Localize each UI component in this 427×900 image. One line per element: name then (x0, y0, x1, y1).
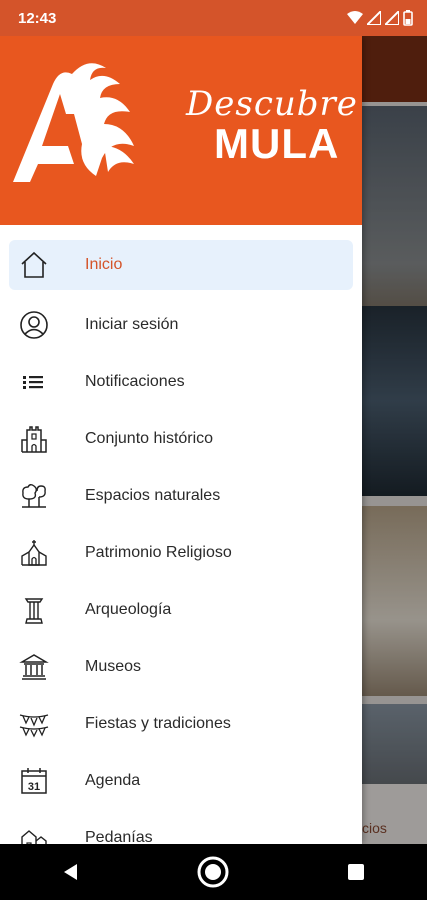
menu-item-label: Notificaciones (85, 372, 185, 390)
museum-icon (18, 651, 50, 683)
signal-icon-2 (385, 11, 399, 25)
logo-mark-icon (13, 63, 134, 182)
menu-item-label: Arqueología (85, 600, 172, 618)
menu-item-label: Museos (85, 657, 142, 675)
menu-item-label: Iniciar sesión (85, 315, 179, 333)
menu-item-notificaciones[interactable]: Notificaciones (9, 353, 353, 410)
brand-name: MULA (214, 120, 340, 167)
village-icon (18, 822, 50, 844)
column-icon (18, 594, 50, 626)
menu-item-label: Conjunto histórico (85, 429, 214, 447)
menu-item-museos[interactable]: Museos (9, 638, 353, 695)
church-icon (18, 537, 50, 569)
back-button[interactable] (51, 852, 91, 892)
brand-script: Descubre (186, 84, 358, 124)
menu-item-inicio[interactable]: Inicio (9, 240, 353, 290)
status-time: 12:43 (18, 9, 57, 27)
status-bar: 12:43 (0, 0, 427, 36)
menu-item-fiestas-y-tradiciones[interactable]: Fiestas y tradiciones (9, 695, 353, 752)
menu-item-espacios-naturales[interactable]: Espacios naturales (9, 467, 353, 524)
home-icon (18, 249, 50, 281)
menu-item-label: Fiestas y tradiciones (85, 714, 231, 732)
home-button[interactable] (193, 852, 233, 892)
back-triangle-icon (64, 864, 78, 880)
signal-icon (367, 11, 381, 25)
recents-button[interactable] (336, 852, 376, 892)
menu-item-pedanias[interactable]: Pedanías (9, 809, 353, 844)
drawer-menu: Inicio Iniciar sesión Notificaciones Con… (0, 225, 362, 844)
castle-icon (18, 423, 50, 455)
list-icon (18, 366, 50, 398)
menu-item-conjunto-historico[interactable]: Conjunto histórico (9, 410, 353, 467)
drawer-scrim[interactable] (362, 36, 427, 844)
menu-item-label: Pedanías (85, 828, 153, 845)
bunting-icon (18, 708, 50, 740)
menu-item-label: Agenda (85, 771, 141, 789)
recents-square-icon (347, 864, 364, 880)
menu-item-label: Espacios naturales (85, 486, 221, 504)
home-circle-icon (197, 856, 229, 888)
calendar-day: 31 (28, 781, 40, 793)
menu-item-label: Patrimonio Religioso (85, 543, 232, 561)
wifi-icon (347, 11, 363, 24)
navigation-drawer: Descubre MULA Inicio Iniciar sesión Noti… (0, 36, 362, 844)
battery-icon (403, 10, 413, 26)
system-navigation-bar (0, 844, 427, 900)
trees-icon (18, 480, 50, 512)
menu-item-agenda[interactable]: 31 Agenda (9, 752, 353, 809)
status-icons (347, 10, 413, 26)
user-circle-icon (18, 309, 50, 341)
menu-item-label: Inicio (85, 256, 123, 273)
calendar-icon: 31 (18, 765, 50, 797)
menu-item-patrimonio-religioso[interactable]: Patrimonio Religioso (9, 524, 353, 581)
menu-item-arqueologia[interactable]: Arqueología (9, 581, 353, 638)
menu-item-iniciar-sesion[interactable]: Iniciar sesión (9, 296, 353, 353)
drawer-header: Descubre MULA (0, 36, 362, 225)
